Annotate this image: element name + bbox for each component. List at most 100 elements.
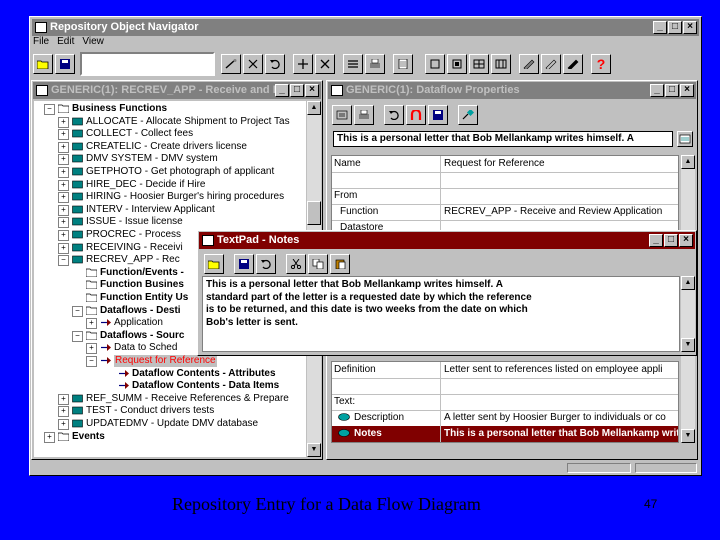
- collapse-icon[interactable]: −: [86, 356, 97, 367]
- textpad-copy-button[interactable]: [308, 254, 328, 274]
- open-folder-button[interactable]: [33, 54, 53, 74]
- prop-tool-1[interactable]: [332, 105, 352, 125]
- expand-icon[interactable]: +: [86, 318, 97, 330]
- tree-item[interactable]: + DMV SYSTEM - DMV system: [34, 153, 306, 166]
- textpad-scrollbar[interactable]: ▲ ▼: [681, 276, 695, 352]
- collapse-icon[interactable]: −: [44, 104, 55, 115]
- textpad-maximize-button[interactable]: □: [664, 234, 678, 247]
- navigator-scroll-thumb[interactable]: [307, 201, 321, 225]
- properties-maximize-button[interactable]: □: [665, 84, 679, 97]
- expand-icon[interactable]: +: [58, 406, 69, 418]
- expand-icon[interactable]: +: [58, 230, 69, 241]
- property-row[interactable]: Notes This is a personal letter that Bob …: [332, 426, 678, 442]
- expand-icon[interactable]: +: [58, 419, 69, 430]
- textpad-paste-button[interactable]: [330, 254, 350, 274]
- tool-button-13[interactable]: [519, 54, 539, 74]
- tree-item[interactable]: + Events: [34, 431, 306, 443]
- tree-item[interactable]: + INTERV - Interview Applicant: [34, 204, 306, 216]
- navigator-minimize-button[interactable]: _: [275, 84, 289, 97]
- tool-button-5[interactable]: [315, 54, 335, 74]
- property-row[interactable]: [332, 378, 678, 395]
- collapse-icon[interactable]: −: [72, 330, 83, 342]
- tree-item[interactable]: + CREATELIC - Create drivers license: [34, 141, 306, 153]
- expand-icon[interactable]: +: [58, 179, 69, 191]
- tool-button-4[interactable]: [293, 54, 313, 74]
- prop-pin-button[interactable]: [458, 105, 478, 125]
- expand-icon[interactable]: +: [58, 192, 69, 204]
- tool-button-11[interactable]: [469, 54, 489, 74]
- textpad-cut-button[interactable]: [286, 254, 306, 274]
- maximize-button[interactable]: □: [668, 21, 682, 34]
- tree-item[interactable]: − Business Functions: [34, 103, 306, 115]
- property-value-bar[interactable]: This is a personal letter that Bob Mella…: [333, 131, 673, 147]
- textpad-editor[interactable]: This is a personal letter that Bob Mella…: [202, 276, 680, 352]
- tool-button-9[interactable]: [425, 54, 445, 74]
- textpad-open-button[interactable]: [204, 254, 224, 274]
- textpad-close-button[interactable]: ×: [679, 234, 693, 247]
- tool-button-10[interactable]: [447, 54, 467, 74]
- tool-button-7[interactable]: [365, 54, 385, 74]
- prop-save-button[interactable]: [428, 105, 448, 125]
- expand-icon[interactable]: +: [58, 242, 69, 254]
- tree-item[interactable]: − Request for Reference: [34, 355, 306, 367]
- expand-icon[interactable]: +: [58, 154, 69, 166]
- properties-minimize-button[interactable]: _: [650, 84, 664, 97]
- tool-button-14[interactable]: [541, 54, 561, 74]
- expand-icon[interactable]: +: [58, 167, 69, 178]
- navigator-title-bar[interactable]: GENERIC(1): RECREV_APP - Receive and R..…: [33, 82, 321, 99]
- textpad-scroll-up[interactable]: ▲: [681, 276, 695, 290]
- tree-item[interactable]: + REF_SUMM - Receive References & Prepare: [34, 393, 306, 405]
- expand-icon[interactable]: +: [58, 129, 69, 141]
- expand-icon[interactable]: +: [58, 204, 69, 216]
- minimize-button[interactable]: _: [653, 21, 667, 34]
- tree-item[interactable]: + HIRE_DEC - Decide if Hire: [34, 179, 306, 191]
- menu-file[interactable]: File: [33, 36, 49, 50]
- navigator-maximize-button[interactable]: □: [290, 84, 304, 97]
- expand-icon[interactable]: +: [58, 141, 69, 153]
- property-row[interactable]: Function RECREV_APP - Receive and Review …: [332, 204, 678, 221]
- close-button[interactable]: ×: [683, 21, 697, 34]
- expand-icon[interactable]: +: [44, 431, 55, 443]
- tool-button-12[interactable]: [491, 54, 511, 74]
- property-row[interactable]: Definition Letter sent to references list…: [332, 362, 678, 379]
- tool-button-3[interactable]: [265, 54, 285, 74]
- navigator-close-button[interactable]: ×: [305, 84, 319, 97]
- prop-undo-button[interactable]: [384, 105, 404, 125]
- property-row[interactable]: Description A letter sent by Hoosier Burg…: [332, 410, 678, 427]
- textpad-save-button[interactable]: [234, 254, 254, 274]
- tree-item[interactable]: Dataflow Contents - Attributes: [34, 368, 306, 380]
- properties-scroll-up[interactable]: ▲: [681, 155, 695, 169]
- search-combo[interactable]: [80, 52, 215, 76]
- properties-close-button[interactable]: ×: [680, 84, 694, 97]
- menu-view[interactable]: View: [82, 36, 104, 50]
- properties-scroll-down[interactable]: ▼: [681, 429, 695, 443]
- expand-icon[interactable]: +: [86, 343, 97, 355]
- expand-icon[interactable]: +: [58, 393, 69, 405]
- help-button[interactable]: ?: [591, 54, 611, 74]
- textpad-title-bar[interactable]: TextPad - Notes _ □ ×: [199, 232, 695, 249]
- tree-item[interactable]: + COLLECT - Collect fees: [34, 128, 306, 141]
- tool-button-6[interactable]: [343, 54, 363, 74]
- collapse-icon[interactable]: −: [72, 305, 83, 317]
- tree-item[interactable]: + ALLOCATE - Allocate Shipment to Project…: [34, 116, 306, 128]
- save-button[interactable]: [55, 54, 75, 74]
- tree-item[interactable]: + HIRING - Hoosier Burger's hiring proced…: [34, 191, 306, 204]
- menu-edit[interactable]: Edit: [57, 36, 74, 50]
- collapse-icon[interactable]: −: [58, 255, 69, 267]
- tree-item[interactable]: + ISSUE - Issue license: [34, 216, 306, 229]
- property-edit-button[interactable]: [677, 131, 693, 147]
- property-row[interactable]: Text:: [332, 394, 678, 411]
- tool-button-15[interactable]: [563, 54, 583, 74]
- expand-icon[interactable]: +: [58, 217, 69, 229]
- prop-magnet-button[interactable]: [406, 105, 426, 125]
- properties-title-bar[interactable]: GENERIC(1): Dataflow Properties _ □ ×: [328, 82, 696, 99]
- tree-item[interactable]: + TEST - Conduct drivers tests: [34, 405, 306, 418]
- textpad-undo-button[interactable]: [256, 254, 276, 274]
- textpad-minimize-button[interactable]: _: [649, 234, 663, 247]
- tree-item[interactable]: + GETPHOTO - Get photograph of applicant: [34, 166, 306, 178]
- property-row[interactable]: [332, 172, 678, 189]
- textpad-scroll-down[interactable]: ▼: [681, 338, 695, 352]
- expand-icon[interactable]: +: [58, 116, 69, 128]
- prop-tool-2[interactable]: [354, 105, 374, 125]
- tool-button-8[interactable]: [393, 54, 413, 74]
